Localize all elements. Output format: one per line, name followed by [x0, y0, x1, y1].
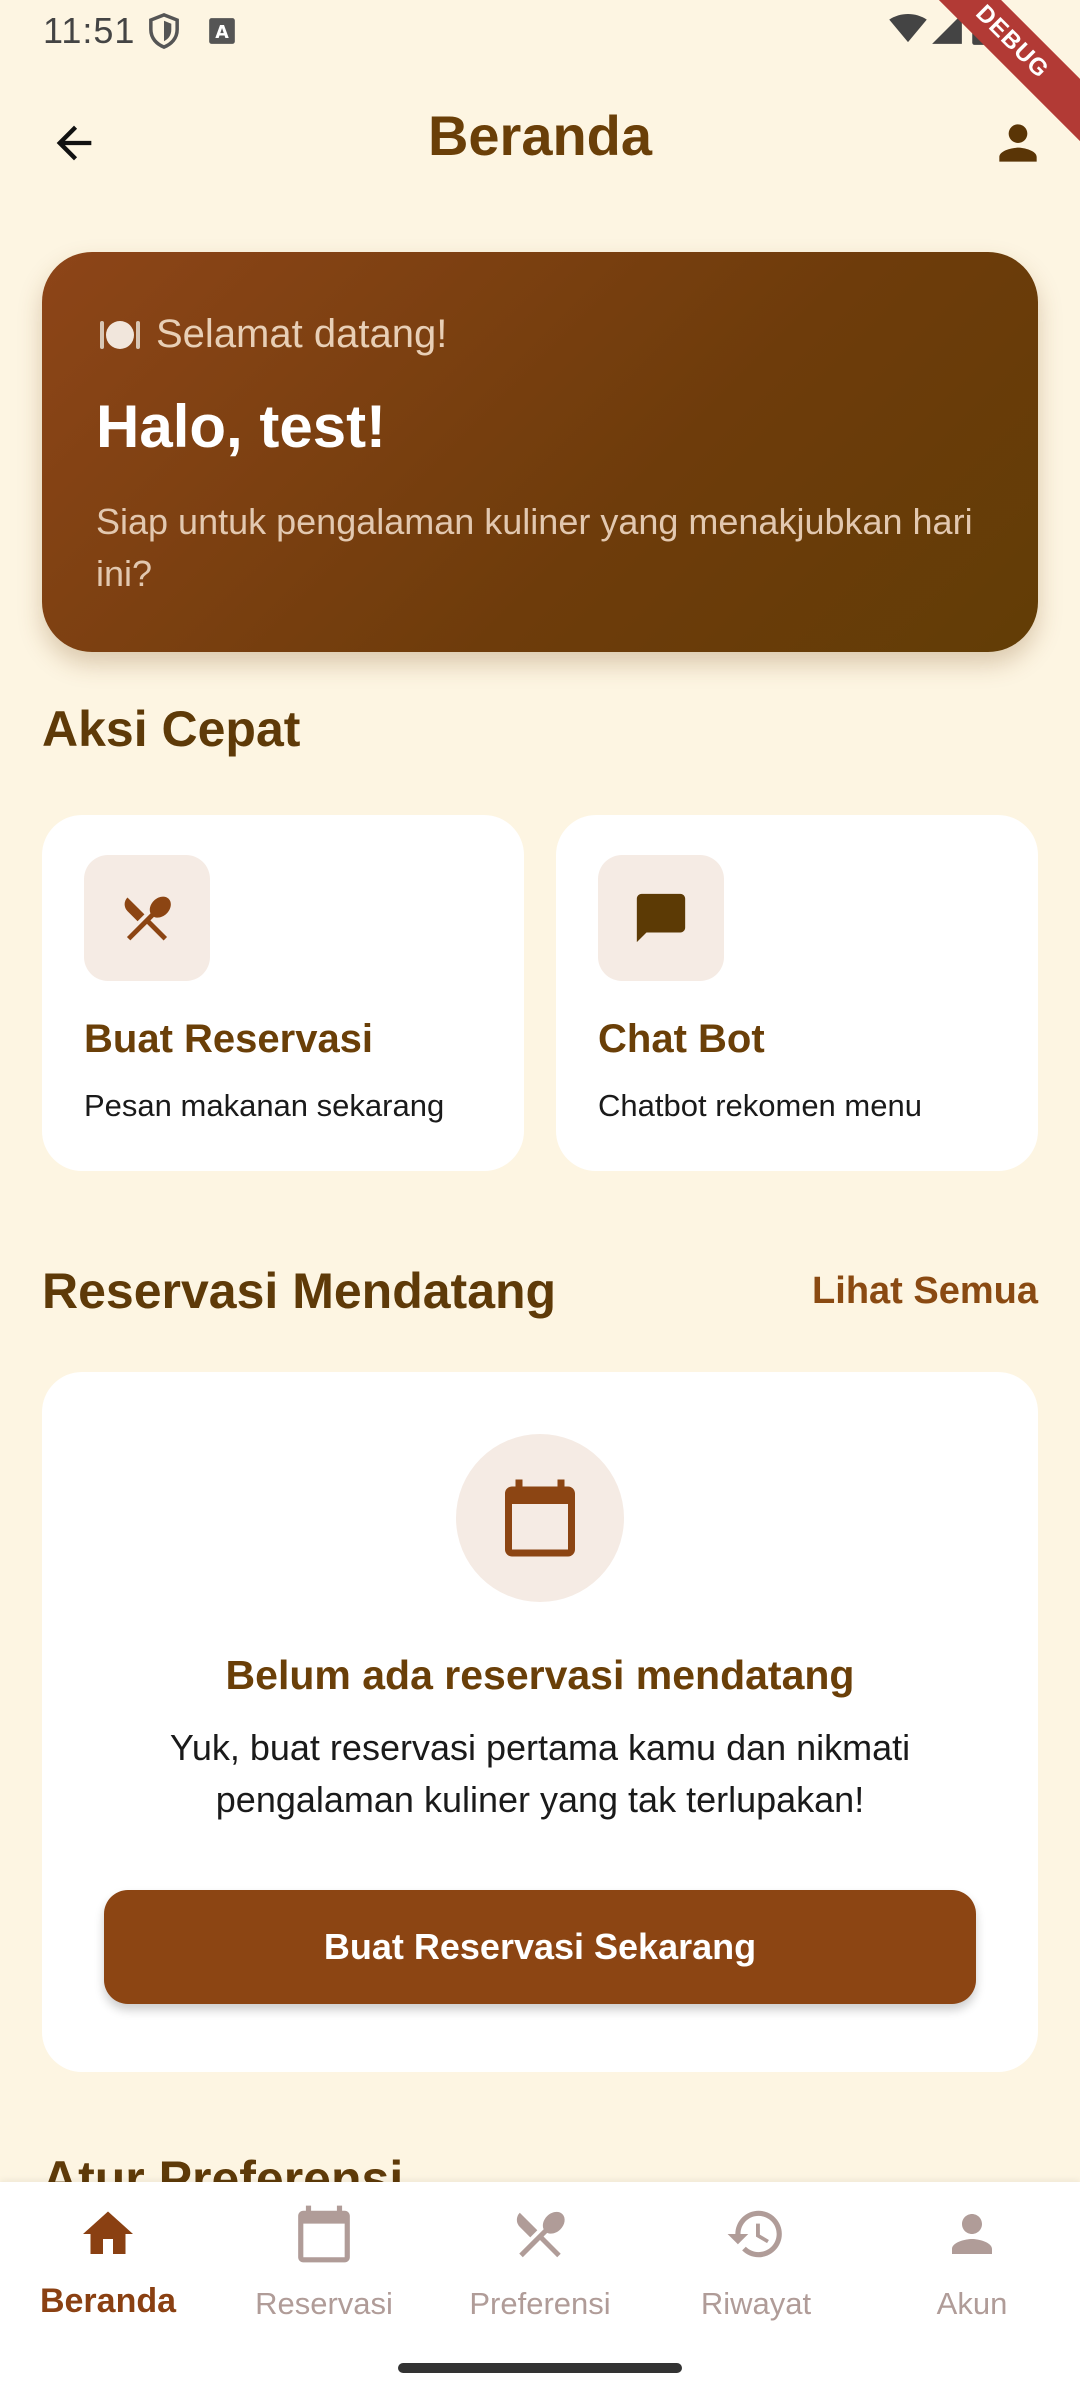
status-bar: 11:51 A DEBUG [0, 0, 1080, 150]
quick-action-icon-box [84, 855, 210, 981]
quick-action-title: Buat Reservasi [84, 1017, 374, 1061]
svg-text:A: A [215, 23, 229, 43]
nav-label: Beranda [39, 2282, 177, 2320]
welcome-greeting-text: Selamat datang! [156, 312, 448, 356]
nav-item-riwayat[interactable]: Riwayat [648, 2202, 864, 2332]
home-indicator[interactable] [398, 2363, 682, 2373]
home-screen: 11:51 A DEBUG Beranda Selamat datang! Ha… [0, 0, 1080, 2400]
utensils-icon [508, 2202, 572, 2266]
home-icon [76, 2202, 140, 2266]
upcoming-title: Reservasi Mendatang [42, 1263, 557, 1319]
profile-button[interactable] [978, 103, 1058, 183]
nav-item-reservasi[interactable]: Reservasi [216, 2202, 432, 2332]
nav-label: Reservasi [255, 2286, 393, 2321]
welcome-greeting: Selamat datang! [96, 312, 447, 357]
quick-action-reservation[interactable]: Buat Reservasi Pesan makanan sekarang [42, 815, 524, 1171]
plate-cutlery-icon [100, 320, 140, 349]
welcome-card: Selamat datang! Halo, test! Siap untuk p… [42, 252, 1038, 652]
person-icon [940, 2202, 1004, 2266]
nav-item-beranda[interactable]: Beranda [0, 2202, 216, 2332]
quick-actions-title: Aksi Cepat [42, 701, 301, 757]
empty-description: Yuk, buat reservasi pertama kamu dan nik… [169, 1727, 911, 1820]
empty-reservations-card: Belum ada reservasi mendatang Yuk, buat … [42, 1372, 1038, 2072]
quick-action-chatbot[interactable]: Chat Bot Chatbot rekomen menu [556, 815, 1038, 1171]
empty-icon-circle [456, 1434, 624, 1602]
utensils-icon [124, 896, 171, 941]
chat-icon [636, 893, 686, 943]
page-title: Beranda [427, 104, 653, 167]
quick-action-title: Chat Bot [598, 1017, 765, 1061]
empty-title: Belum ada reservasi mendatang [225, 1652, 855, 1698]
nav-label: Riwayat [700, 2286, 812, 2321]
quick-action-desc: Chatbot rekomen menu [598, 1088, 922, 1123]
status-right-cluster: DEBUG [880, 0, 1080, 150]
nav-item-preferensi[interactable]: Preferensi [432, 2202, 648, 2332]
nav-item-akun[interactable]: Akun [864, 2202, 1080, 2332]
shield-icon [149, 13, 179, 49]
calendar-icon [505, 1479, 575, 1557]
quick-action-icon-box [598, 855, 724, 981]
create-reservation-button[interactable]: Buat Reservasi Sekarang [104, 1890, 976, 2004]
nav-label: Akun [936, 2286, 1008, 2321]
nav-label: Preferensi [469, 2286, 611, 2321]
welcome-subtitle: Siap untuk pengalaman kuliner yang menak… [96, 501, 973, 594]
see-all-link[interactable]: Lihat Semua [812, 1270, 1038, 1313]
welcome-name: Halo, test! [96, 393, 387, 460]
history-icon [724, 2202, 788, 2266]
keyboard-a-icon: A [209, 18, 235, 44]
status-time: 11:51 [43, 10, 136, 51]
calendar-icon [292, 2202, 356, 2266]
app-bar: Beranda [0, 75, 1080, 195]
quick-action-desc: Pesan makanan sekarang [84, 1088, 445, 1123]
person-icon [999, 124, 1037, 162]
wifi-icon [889, 14, 927, 43]
